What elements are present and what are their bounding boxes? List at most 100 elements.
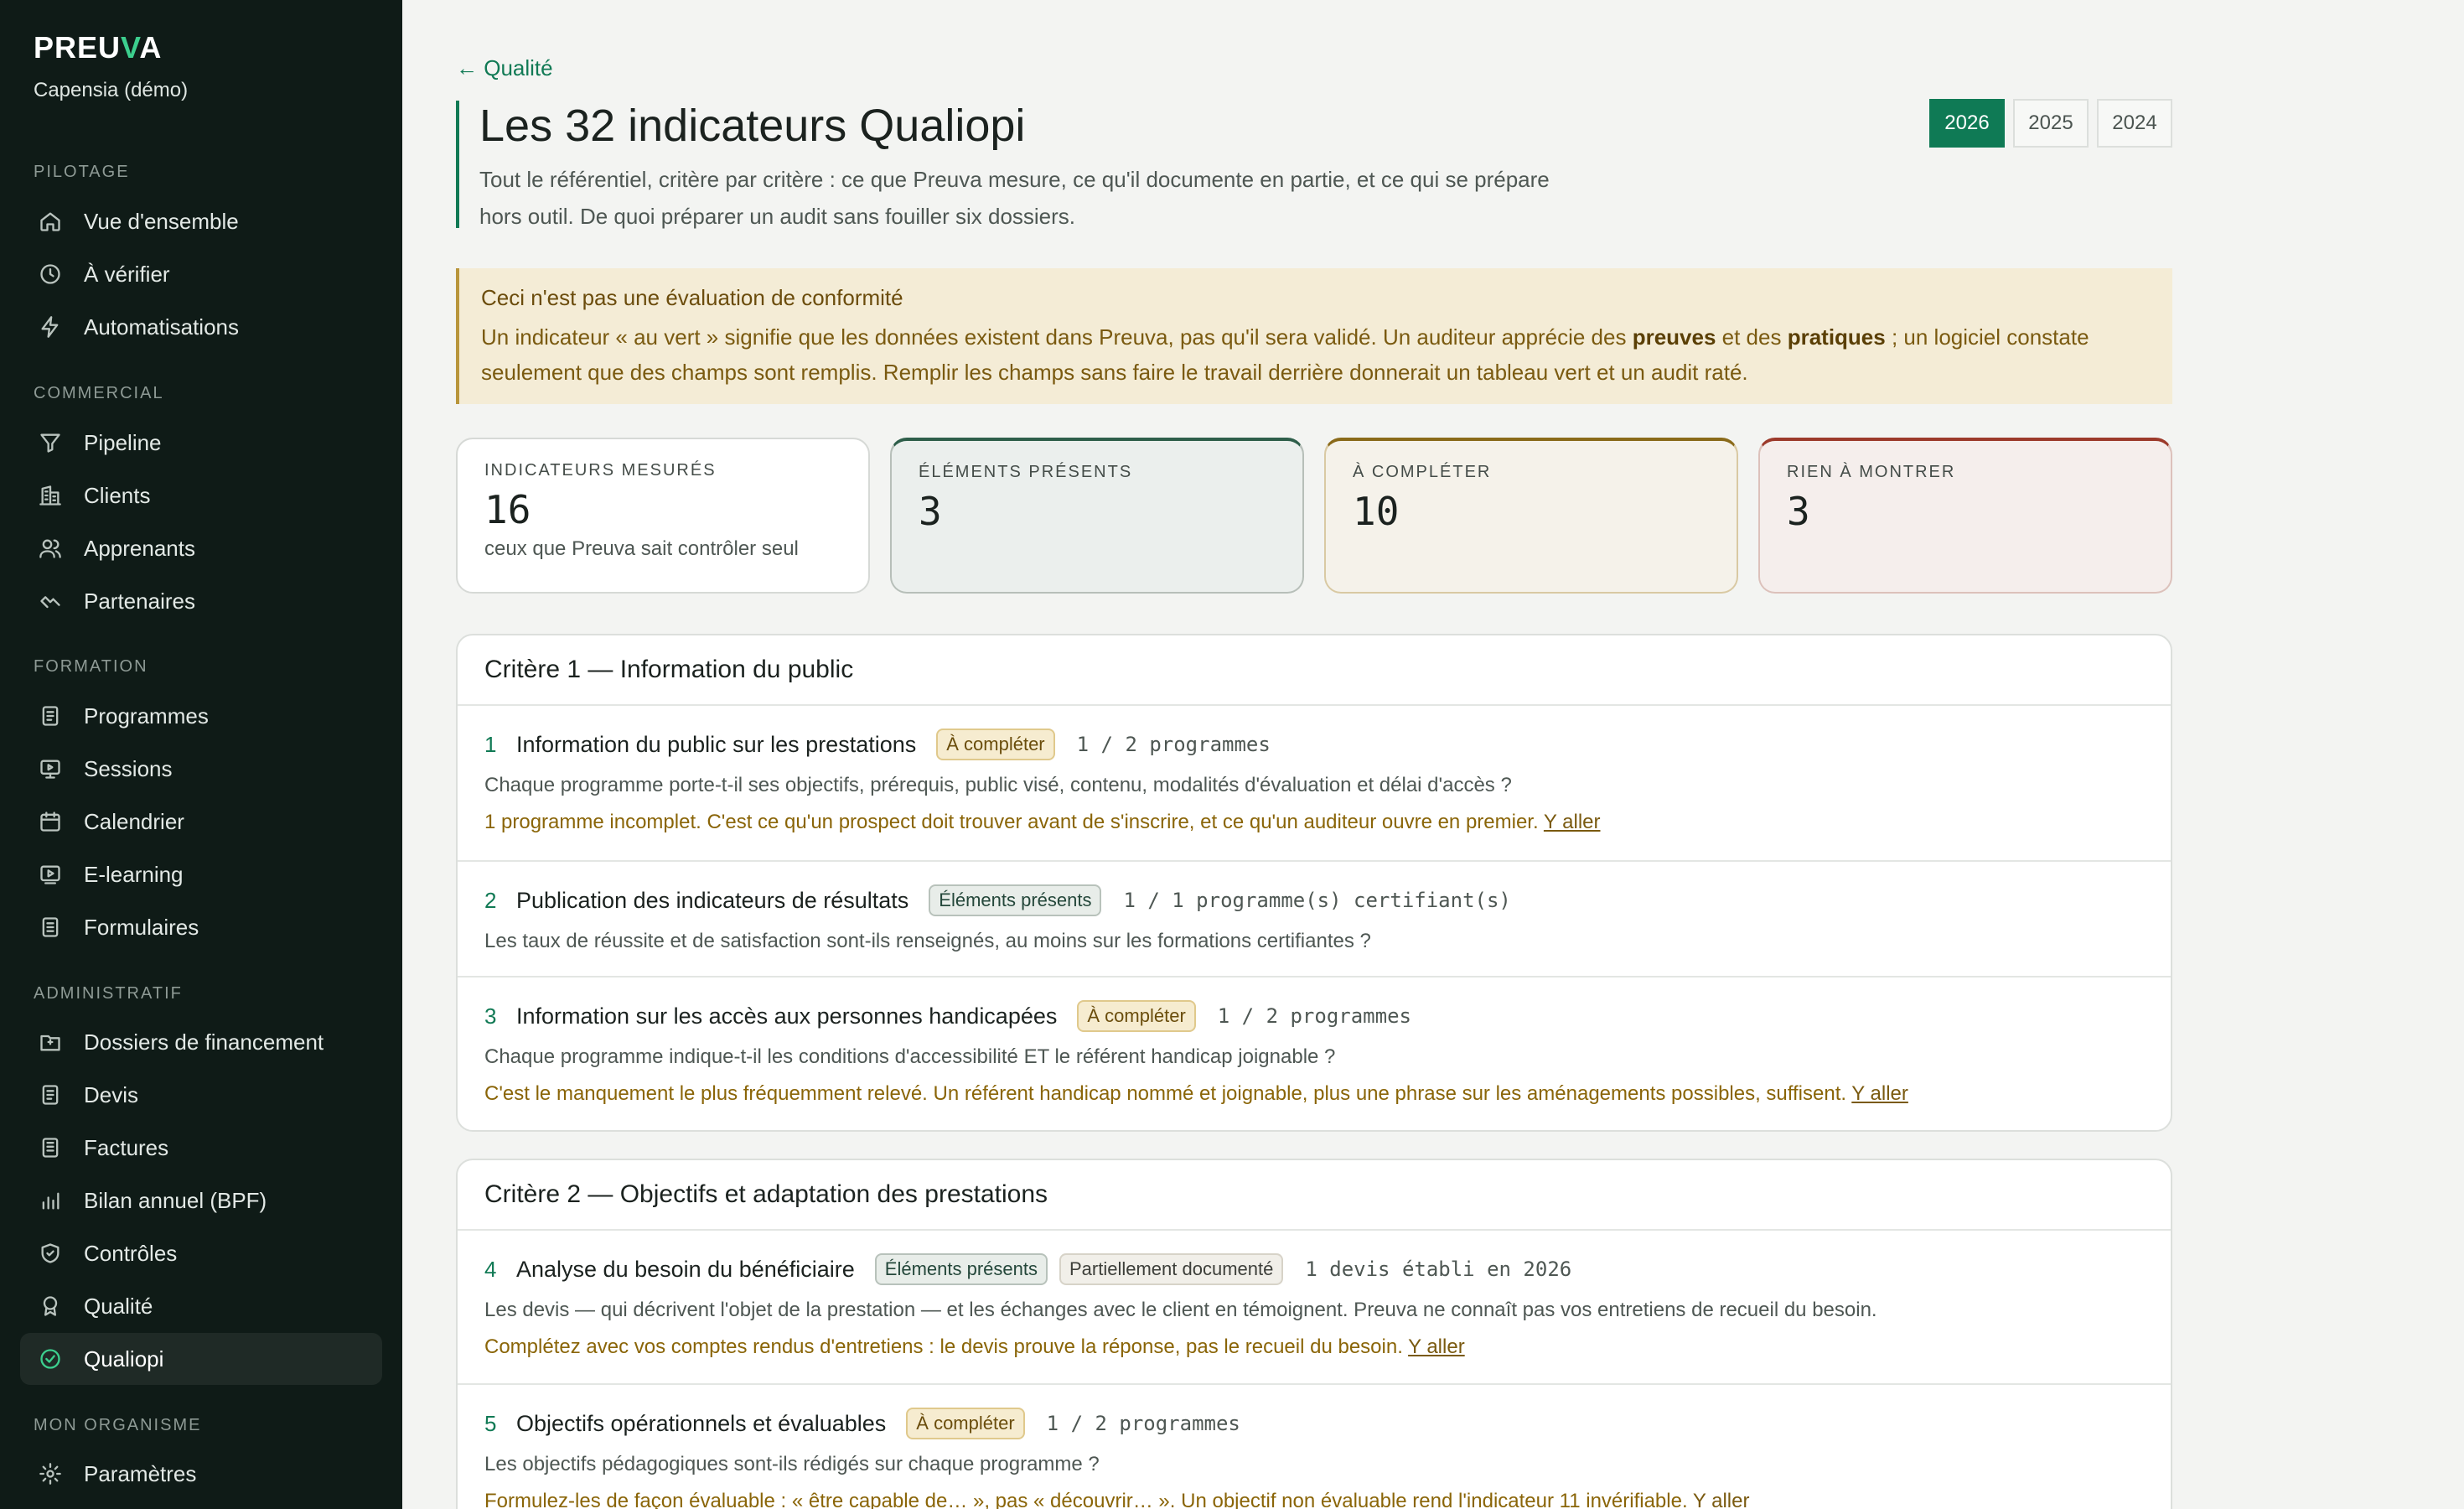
filter-icon <box>37 429 64 456</box>
sidebar-item-label: À vérifier <box>84 261 170 287</box>
criterion-card-1: Critère 1 — Information du public 1 Info… <box>456 634 2172 1132</box>
sidebar-item-calendrier[interactable]: Calendrier <box>20 796 382 848</box>
play-icon <box>37 861 64 888</box>
indicator-note: C'est le manquement le plus fréquemment … <box>484 1080 2144 1108</box>
sidebar-item-label: Partenaires <box>84 588 195 614</box>
indicator-description: Les taux de réussite et de satisfaction … <box>484 930 1371 952</box>
sidebar-item-label: Programmes <box>84 703 209 729</box>
sidebar-item-vue-ensemble[interactable]: Vue d'ensemble <box>20 195 382 247</box>
bar-chart-icon <box>37 1187 64 1214</box>
sidebar-item-apprenants[interactable]: Apprenants <box>20 522 382 574</box>
indicator-note-text: Complétez avec vos comptes rendus d'entr… <box>484 1335 1403 1358</box>
sidebar-item-qualiopi[interactable]: Qualiopi <box>20 1333 382 1385</box>
sidebar-item-e-learning[interactable]: E-learning <box>20 848 382 900</box>
stat-label: ÉLÉMENTS PRÉSENTS <box>919 463 1133 481</box>
indicator-metric: 1 / 1 programme(s) certifiant(s) <box>1123 889 1511 912</box>
sidebar-item-factures[interactable]: Factures <box>20 1122 382 1174</box>
disclaimer-banner: Ceci n'est pas une évaluation de conform… <box>456 268 2172 404</box>
indicator-note: 1 programme incomplet. C'est ce qu'un pr… <box>484 808 2144 837</box>
award-icon <box>37 1293 64 1320</box>
stat-card-rien-a-montrer[interactable]: RIEN À MONTRER 3 <box>1758 438 2172 594</box>
stat-label: À COMPLÉTER <box>1353 463 1492 481</box>
sidebar-item-label: Automatisations <box>84 314 239 340</box>
document-icon <box>37 703 64 729</box>
sidebar-item-sessions[interactable]: Sessions <box>20 743 382 795</box>
sidebar-item-label: Factures <box>84 1134 169 1160</box>
nav-section-pilotage: PILOTAGE <box>34 163 130 181</box>
indicator-number: 1 <box>484 731 497 757</box>
sidebar-item-label: Contrôles <box>84 1240 178 1266</box>
go-to-link[interactable]: Y aller <box>1851 1082 1908 1105</box>
year-button-2025[interactable]: 2025 <box>2013 99 2089 148</box>
organization-name[interactable]: Capensia (démo) <box>34 79 188 102</box>
indicator-row-4: 4 Analyse du besoin du bénéficiaire Élém… <box>458 1231 2171 1385</box>
stat-label: INDICATEURS MESURÉS <box>484 461 717 480</box>
sidebar-item-pipeline[interactable]: Pipeline <box>20 417 382 469</box>
nav-section-commercial: COMMERCIAL <box>34 384 164 402</box>
sidebar-item-programmes[interactable]: Programmes <box>20 690 382 742</box>
sidebar: PREUVA Capensia (démo) PILOTAGE Vue d'en… <box>0 0 402 1509</box>
year-selector: 2026 2025 2024 <box>1929 99 2172 148</box>
users-icon <box>37 535 64 562</box>
status-badge: À compléter <box>1077 1000 1196 1032</box>
indicator-description: Les devis — qui décrivent l'objet de la … <box>484 1299 1877 1321</box>
indicator-title: Objectifs opérationnels et évaluables <box>516 1410 887 1436</box>
form-icon <box>37 914 64 941</box>
gear-icon <box>37 1460 64 1487</box>
sidebar-item-label: Clients <box>84 482 151 508</box>
sidebar-item-devis[interactable]: Devis <box>20 1069 382 1121</box>
indicator-metric: 1 / 2 programmes <box>1046 1412 1240 1435</box>
indicator-row-1: 1 Information du public sur les prestati… <box>458 706 2171 862</box>
indicator-number: 4 <box>484 1256 497 1282</box>
indicator-note-text: 1 programme incomplet. C'est ce qu'un pr… <box>484 811 1539 833</box>
disclaimer-bold-pratiques: pratiques <box>1787 324 1886 350</box>
year-button-2026[interactable]: 2026 <box>1929 99 2005 148</box>
stat-card-a-completer[interactable]: À COMPLÉTER 10 <box>1324 438 1738 594</box>
sidebar-item-partenaires[interactable]: Partenaires <box>20 575 382 627</box>
criterion-card-2: Critère 2 — Objectifs et adaptation des … <box>456 1159 2172 1509</box>
disclaimer-text: Un indicateur « au vert » signifie que l… <box>481 319 2151 390</box>
indicator-note: Complétez avec vos comptes rendus d'entr… <box>484 1333 2144 1361</box>
criterion-title: Critère 2 — Objectifs et adaptation des … <box>458 1160 2171 1231</box>
sidebar-item-qualite[interactable]: Qualité <box>20 1280 382 1332</box>
indicator-note-text: C'est le manquement le plus fréquemment … <box>484 1082 1847 1105</box>
brand-logo[interactable]: PREUVA <box>34 30 162 65</box>
sidebar-item-bilan-annuel[interactable]: Bilan annuel (BPF) <box>20 1175 382 1226</box>
stat-value: 16 <box>484 487 531 532</box>
year-button-2024[interactable]: 2024 <box>2097 99 2172 148</box>
status-badge: À compléter <box>906 1408 1025 1439</box>
sidebar-item-controles[interactable]: Contrôles <box>20 1227 382 1279</box>
building-icon <box>37 482 64 509</box>
page-subtitle: Tout le référentiel, critère par critère… <box>479 167 1550 229</box>
sidebar-item-dossiers-financement[interactable]: Dossiers de financement <box>20 1016 382 1068</box>
sidebar-item-label: Apprenants <box>84 535 195 561</box>
indicator-title: Information du public sur les prestation… <box>516 731 917 757</box>
disclaimer-text-a: Un indicateur « au vert » signifie que l… <box>481 324 1633 350</box>
stat-card-indicateurs-mesures: INDICATEURS MESURÉS 16 ceux que Preuva s… <box>456 438 870 594</box>
indicator-description: Chaque programme porte-t-il ses objectif… <box>484 774 1512 796</box>
stat-subtext: ceux que Preuva sait contrôler seul <box>484 537 799 560</box>
sidebar-item-automatisations[interactable]: Automatisations <box>20 301 382 353</box>
stat-value: 3 <box>919 489 942 534</box>
sidebar-item-label: Qualiopi <box>84 1346 164 1372</box>
go-to-link[interactable]: Y aller <box>1408 1335 1465 1358</box>
sidebar-item-a-verifier[interactable]: À vérifier <box>20 248 382 300</box>
brand-suffix: A <box>139 30 163 65</box>
sidebar-item-label: Formulaires <box>84 914 199 940</box>
sidebar-item-formulaires[interactable]: Formulaires <box>20 901 382 953</box>
stat-card-elements-presents[interactable]: ÉLÉMENTS PRÉSENTS 3 <box>890 438 1304 594</box>
sidebar-item-clients[interactable]: Clients <box>20 469 382 521</box>
sidebar-item-parametres[interactable]: Paramètres <box>20 1448 382 1500</box>
criterion-title: Critère 1 — Information du public <box>458 635 2171 706</box>
back-link[interactable]: ← Qualité <box>456 55 553 81</box>
indicator-row-2: 2 Publication des indicateurs de résulta… <box>458 862 2171 977</box>
nav-section-administratif: ADMINISTRATIF <box>34 984 183 1003</box>
indicator-metric: 1 / 2 programmes <box>1217 1004 1411 1028</box>
indicator-description: Les objectifs pédagogiques sont-ils rédi… <box>484 1453 1100 1475</box>
go-to-link[interactable]: Y aller <box>1693 1490 1750 1509</box>
status-badge: Éléments présents <box>929 884 1102 916</box>
go-to-link[interactable]: Y aller <box>1544 811 1601 833</box>
clock-icon <box>37 261 64 288</box>
sidebar-item-label: Qualité <box>84 1293 153 1319</box>
stats-row: INDICATEURS MESURÉS 16 ceux que Preuva s… <box>456 438 2172 594</box>
